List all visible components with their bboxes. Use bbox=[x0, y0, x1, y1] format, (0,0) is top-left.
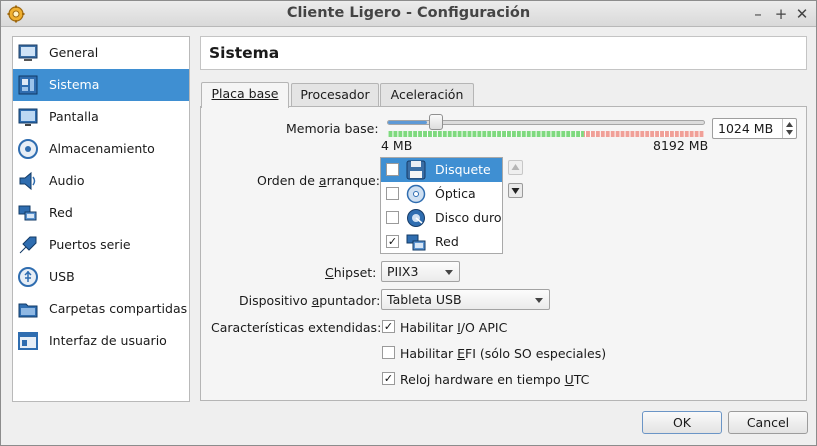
ok-button[interactable]: OK bbox=[642, 411, 722, 434]
memory-slider-handle[interactable] bbox=[429, 114, 443, 130]
sidebar-item-interfaz-de-usuario[interactable]: Interfaz de usuario bbox=[13, 325, 189, 357]
pointing-device-label: Dispositivo apuntador: bbox=[239, 293, 381, 308]
boot-item-checkbox[interactable] bbox=[386, 211, 399, 224]
arrow-up-icon bbox=[511, 164, 520, 170]
boot-item-disco-duro[interactable]: Disco duro bbox=[381, 206, 502, 230]
sidebar-item-red[interactable]: Red bbox=[13, 197, 189, 229]
memory-slider-fill bbox=[388, 121, 427, 124]
cancel-button[interactable]: Cancel bbox=[728, 411, 808, 434]
move-up-button[interactable] bbox=[508, 160, 523, 175]
sidebar-item-sistema[interactable]: Sistema bbox=[13, 69, 189, 101]
sidebar-item-label: Red bbox=[49, 205, 73, 220]
boot-item-label: Disquete bbox=[435, 162, 491, 177]
settings-sidebar: General Sistema Pantalla Almacenamiento … bbox=[12, 36, 190, 402]
spin-up-down-icon bbox=[786, 122, 793, 135]
io-apic-checkbox[interactable]: ✓ bbox=[382, 320, 395, 333]
sidebar-item-puertos-serie[interactable]: Puertos serie bbox=[13, 229, 189, 261]
chipset-label: Chipset: bbox=[325, 265, 377, 280]
network-icon bbox=[18, 205, 37, 221]
tab-procesador[interactable]: Procesador bbox=[291, 83, 379, 107]
boot-item-label: Óptica bbox=[435, 186, 476, 201]
maximize-button[interactable]: + bbox=[771, 4, 791, 24]
memory-max-label: 8192 MB bbox=[653, 138, 709, 153]
boot-item-checkbox[interactable]: ✓ bbox=[386, 235, 399, 248]
boot-item-optica[interactable]: Óptica bbox=[381, 182, 502, 206]
memory-min-label: 4 MB bbox=[381, 138, 413, 153]
utc-clock-checkbox[interactable]: ✓ bbox=[382, 372, 395, 385]
memory-value: 1024 MB bbox=[718, 121, 774, 136]
move-down-button[interactable] bbox=[508, 183, 523, 198]
sidebar-item-label: USB bbox=[49, 269, 75, 284]
tab-aceleracion[interactable]: Aceleración bbox=[380, 83, 474, 107]
window-title: Cliente Ligero - Configuración bbox=[286, 5, 531, 21]
efi-label: Habilitar EFI (sólo SO especiales) bbox=[400, 346, 607, 361]
minimize-button[interactable]: – bbox=[748, 4, 768, 24]
chipset-value: PIIX3 bbox=[387, 264, 419, 279]
boot-item-checkbox[interactable] bbox=[386, 163, 399, 176]
sidebar-item-label: Puertos serie bbox=[49, 237, 131, 252]
chevron-down-icon bbox=[445, 270, 453, 275]
close-button[interactable]: ✕ bbox=[792, 4, 812, 24]
boot-order-label: Orden de arranque: bbox=[257, 173, 380, 188]
serial-port-icon bbox=[19, 236, 37, 254]
boot-item-checkbox[interactable] bbox=[386, 187, 399, 200]
utc-clock-label: Reloj hardware en tiempo UTC bbox=[400, 372, 590, 387]
shared-folder-icon bbox=[18, 303, 38, 318]
extended-features-label: Características extendidas: bbox=[211, 320, 382, 335]
boot-item-label: Disco duro bbox=[435, 210, 502, 225]
efi-checkbox[interactable] bbox=[382, 346, 395, 359]
display-icon bbox=[18, 108, 38, 126]
boot-item-label: Red bbox=[435, 234, 459, 249]
memory-scale bbox=[388, 131, 704, 137]
sidebar-item-label: Audio bbox=[49, 173, 85, 188]
io-apic-label: Habilitar I/O APIC bbox=[400, 320, 508, 335]
sidebar-item-usb[interactable]: USB bbox=[13, 261, 189, 293]
boot-item-red[interactable]: ✓ Red bbox=[381, 230, 502, 254]
hard-disk-icon bbox=[407, 209, 425, 227]
sidebar-item-audio[interactable]: Audio bbox=[13, 165, 189, 197]
sidebar-item-label: General bbox=[49, 45, 99, 60]
sidebar-item-label: Carpetas compartidas bbox=[49, 301, 188, 316]
arrow-down-icon bbox=[511, 188, 520, 194]
storage-icon bbox=[18, 139, 38, 159]
sidebar-item-label: Sistema bbox=[49, 77, 100, 92]
network-icon bbox=[406, 234, 426, 251]
pointing-device-select[interactable]: Tableta USB bbox=[381, 289, 550, 310]
speaker-icon bbox=[19, 171, 36, 191]
floppy-icon bbox=[406, 160, 426, 180]
monitor-icon bbox=[18, 44, 38, 61]
boot-order-list: Disquete Óptica Disco duro ✓ Red bbox=[380, 157, 503, 254]
memory-label: Memoria base: bbox=[286, 121, 379, 136]
motherboard-icon bbox=[18, 75, 38, 95]
sidebar-item-label: Pantalla bbox=[49, 109, 99, 124]
memory-spinbox[interactable]: 1024 MB bbox=[712, 118, 797, 139]
tab-label: Procesador bbox=[300, 87, 370, 102]
tab-placa-base[interactable]: Placa base bbox=[201, 82, 289, 108]
tab-label: Aceleración bbox=[390, 87, 464, 102]
sidebar-item-almacenamiento[interactable]: Almacenamiento bbox=[13, 133, 189, 165]
usb-icon bbox=[18, 267, 38, 287]
optical-disc-icon bbox=[406, 184, 426, 204]
chevron-down-icon bbox=[535, 298, 543, 303]
user-interface-icon bbox=[18, 332, 38, 350]
sidebar-item-carpetas-compartidas[interactable]: Carpetas compartidas bbox=[13, 293, 189, 325]
memory-spin-arrows[interactable] bbox=[782, 119, 796, 138]
sidebar-item-general[interactable]: General bbox=[13, 37, 189, 69]
sidebar-item-label: Almacenamiento bbox=[49, 141, 155, 156]
page-header: Sistema bbox=[200, 36, 807, 70]
settings-dialog: Cliente Ligero - Configuración – + ✕ Gen… bbox=[0, 0, 817, 446]
pointing-device-value: Tableta USB bbox=[387, 292, 462, 307]
sidebar-item-pantalla[interactable]: Pantalla bbox=[13, 101, 189, 133]
boot-item-disquete[interactable]: Disquete bbox=[381, 158, 502, 182]
titlebar[interactable]: Cliente Ligero - Configuración – + ✕ bbox=[1, 1, 816, 27]
memory-scale-excess-zone bbox=[583, 131, 704, 137]
page-title: Sistema bbox=[209, 44, 280, 62]
tab-label: Placa base bbox=[211, 86, 279, 101]
sidebar-item-label: Interfaz de usuario bbox=[49, 333, 167, 348]
chipset-select[interactable]: PIIX3 bbox=[381, 261, 460, 282]
